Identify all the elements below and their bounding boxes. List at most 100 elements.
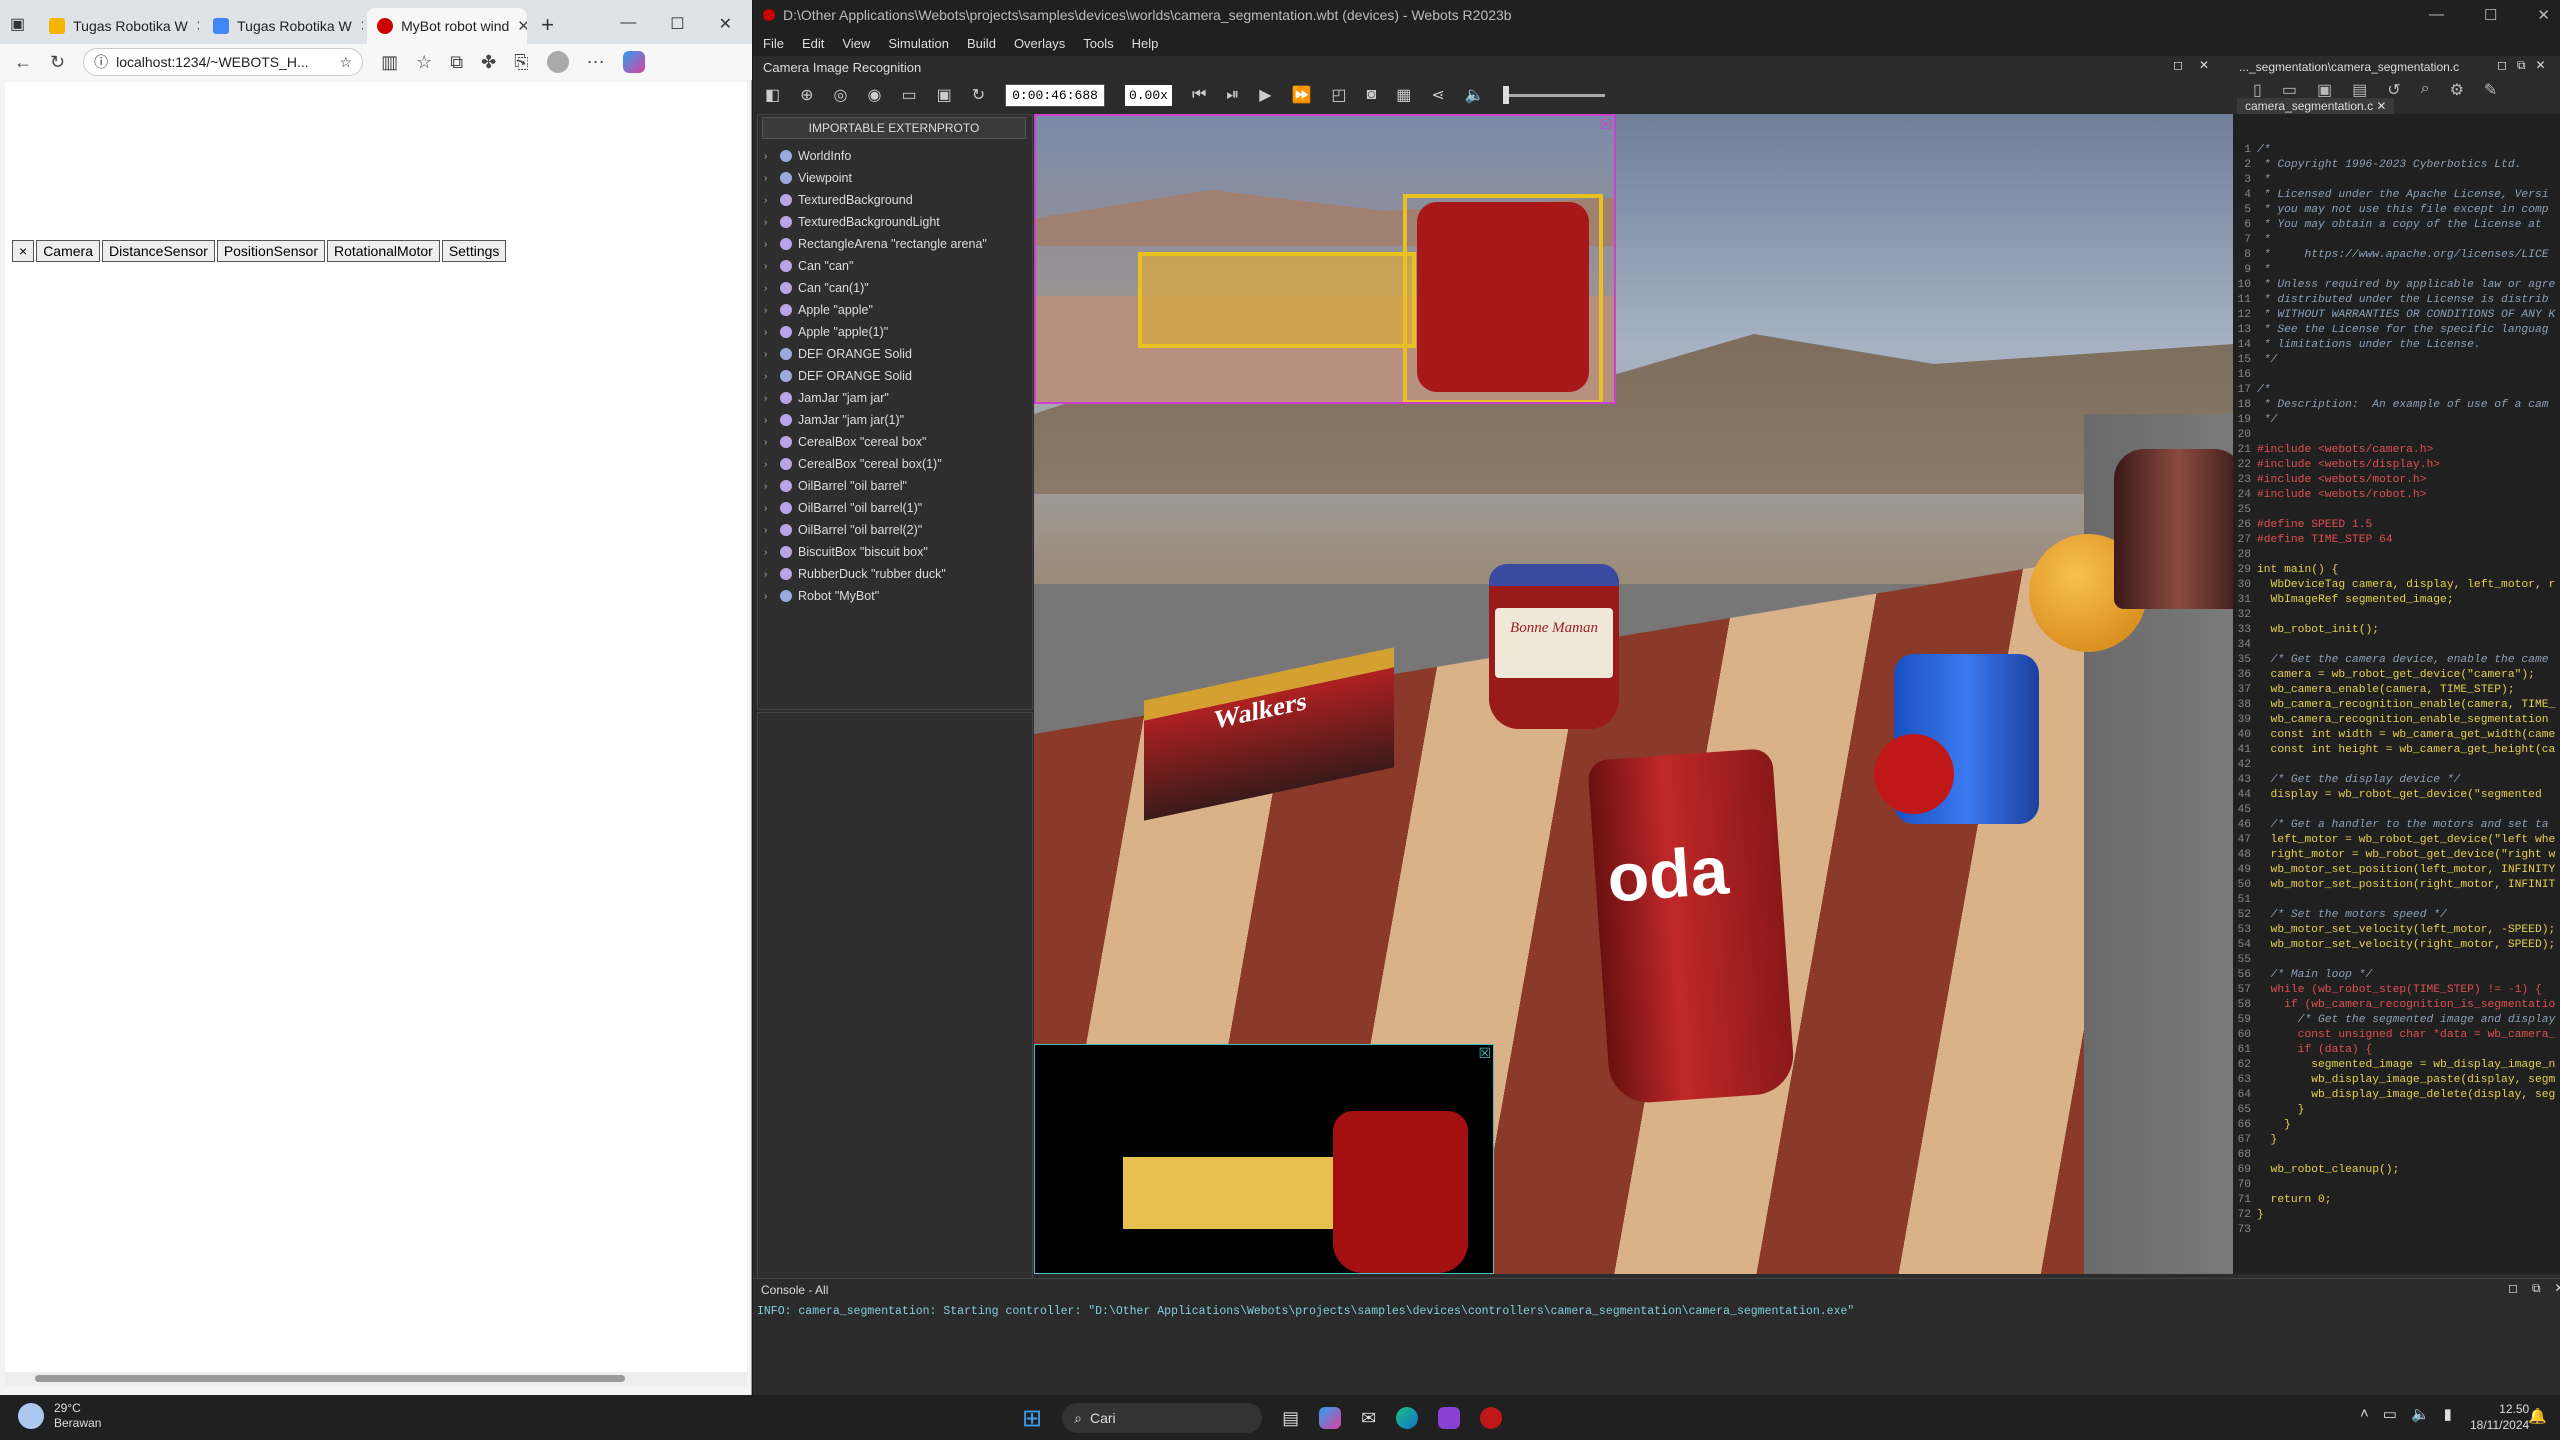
scene-tree-item[interactable]: › OilBarrel "oil barrel"	[758, 475, 1028, 497]
browser-tab-1[interactable]: Tugas Robotika W ✕	[39, 8, 199, 44]
segmentation-display-overlay[interactable]: ☒	[1034, 1044, 1494, 1274]
panel-close-icon[interactable]: ✕	[2199, 58, 2209, 72]
close-icon[interactable]: ✕	[2376, 99, 2386, 113]
close-icon[interactable]: ✕	[2537, 6, 2550, 24]
chevron-right-icon[interactable]: ›	[764, 349, 774, 360]
browser-tab-2[interactable]: Tugas Robotika W ✕	[203, 8, 363, 44]
maximize-icon[interactable]: ☐	[670, 14, 684, 34]
camera-overlay[interactable]: ☒	[1034, 114, 1616, 404]
chevron-right-icon[interactable]: ›	[764, 547, 774, 558]
menu-tools[interactable]: Tools	[1083, 36, 1113, 51]
scene-tree-item[interactable]: › Viewpoint	[758, 167, 1028, 189]
minimize-icon[interactable]: —	[2429, 6, 2444, 24]
panel-undock-icon[interactable]: ◻	[2497, 58, 2507, 73]
maximize-icon[interactable]: ☐	[2484, 6, 2497, 24]
fast-forward-icon[interactable]: ⏩	[1292, 85, 1312, 105]
device-tab-close[interactable]: ×	[12, 240, 35, 262]
weather-widget[interactable]: 29°C Berawan	[18, 1401, 101, 1431]
chevron-right-icon[interactable]: ›	[764, 217, 774, 228]
panel-float-icon[interactable]: ◻	[2173, 58, 2183, 72]
step-icon[interactable]: ⏯	[1226, 86, 1239, 104]
scene-tree-item[interactable]: › DEF ORANGE Solid	[758, 343, 1028, 365]
horizontal-scrollbar[interactable]	[5, 1372, 747, 1386]
chevron-right-icon[interactable]: ›	[764, 415, 774, 426]
find-icon[interactable]: ⌕	[2421, 80, 2430, 100]
profile-icon[interactable]	[546, 51, 569, 73]
chevron-right-icon[interactable]: ›	[764, 525, 774, 536]
share-icon[interactable]: ⋖	[1431, 85, 1444, 105]
scene-tree-item[interactable]: › CerealBox "cereal box"	[758, 431, 1028, 453]
revert-icon[interactable]: ↺	[2387, 80, 2400, 100]
chevron-right-icon[interactable]: ›	[764, 591, 774, 602]
chevron-right-icon[interactable]: ›	[764, 151, 774, 162]
new-tab-icon[interactable]: +	[527, 12, 568, 44]
chevron-right-icon[interactable]: ›	[764, 503, 774, 514]
close-icon[interactable]: ✕	[517, 17, 527, 35]
chevron-right-icon[interactable]: ›	[764, 393, 774, 404]
overlay-close-icon[interactable]: ☒	[1478, 1045, 1491, 1062]
scene-tree-item[interactable]: › Robot "MyBot"	[758, 585, 1028, 607]
menu-help[interactable]: Help	[1132, 36, 1159, 51]
panel-float-icon[interactable]: ◻	[2508, 1281, 2518, 1296]
scene-tree-item[interactable]: › JamJar "jam jar(1)"	[758, 409, 1028, 431]
3d-view[interactable]: Walkers Bonne Maman oda ☒ ☒	[1034, 114, 2234, 1274]
clock[interactable]: 12.50 18/11/2024	[2470, 1401, 2529, 1433]
clean-icon[interactable]: ✎	[2484, 80, 2497, 100]
extension-icon[interactable]: ✤	[481, 52, 496, 73]
network-icon[interactable]: ▭	[2383, 1405, 2397, 1423]
webots-taskbar-icon[interactable]	[1480, 1407, 1503, 1429]
app-icon[interactable]	[1438, 1407, 1461, 1429]
close-icon[interactable]: ✕	[719, 14, 732, 34]
scene-tree-item[interactable]: › WorldInfo	[758, 145, 1028, 167]
menu-file[interactable]: File	[763, 36, 784, 51]
scene-tree-item[interactable]: › TexturedBackgroundLight	[758, 211, 1028, 233]
reload-world-icon[interactable]: ↻	[972, 85, 985, 105]
scene-tree-item[interactable]: › OilBarrel "oil barrel(1)"	[758, 497, 1028, 519]
volume-slider[interactable]	[1502, 85, 1605, 104]
back-icon[interactable]: ←	[14, 52, 32, 73]
record-movie-icon[interactable]: ▦	[1396, 85, 1411, 105]
device-tab-distance-sensor[interactable]: DistanceSensor	[101, 240, 215, 262]
chevron-right-icon[interactable]: ›	[764, 437, 774, 448]
open-world-icon[interactable]: ▭	[901, 85, 916, 105]
scene-tree-item[interactable]: › RectangleArena "rectangle arena"	[758, 233, 1028, 255]
chevron-right-icon[interactable]: ›	[764, 283, 774, 294]
chevron-right-icon[interactable]: ›	[764, 327, 774, 338]
menu-simulation[interactable]: Simulation	[888, 36, 949, 51]
star-icon[interactable]: ☆	[340, 54, 353, 71]
scene-tree-item[interactable]: › TexturedBackground	[758, 189, 1028, 211]
soda-can[interactable]: oda	[1587, 747, 1796, 1106]
chevron-right-icon[interactable]: ›	[764, 371, 774, 382]
scene-tree-item[interactable]: › DEF ORANGE Solid	[758, 365, 1028, 387]
panel-close-icon[interactable]: ✕	[2536, 58, 2546, 73]
scene-tree-item[interactable]: › CerealBox "cereal box(1)"	[758, 453, 1028, 475]
scene-tree-item[interactable]: › Can "can(1)"	[758, 277, 1028, 299]
panel-undock-icon[interactable]: ⧉	[2532, 1281, 2541, 1296]
mail-icon[interactable]: ✉	[1361, 1408, 1376, 1429]
close-icon[interactable]: ✕	[360, 17, 363, 35]
chevron-right-icon[interactable]: ›	[764, 569, 774, 580]
chevron-right-icon[interactable]: ›	[764, 173, 774, 184]
scene-tree-item[interactable]: › Can "can"	[758, 255, 1028, 277]
scene-tree-item[interactable]: › JamJar "jam jar"	[758, 387, 1028, 409]
panel-float-icon[interactable]: ⧉	[2517, 58, 2526, 73]
build-icon[interactable]: ⚙	[2450, 80, 2464, 100]
volume-icon[interactable]: 🔈	[2411, 1405, 2430, 1423]
chevron-right-icon[interactable]: ›	[764, 305, 774, 316]
chevron-right-icon[interactable]: ›	[764, 261, 774, 272]
reset-simulation-icon[interactable]: ⏮	[1192, 86, 1206, 104]
reset-viewpoint-icon[interactable]: ◎	[834, 85, 848, 105]
save-icon[interactable]: ▣	[2317, 80, 2332, 100]
menu-build[interactable]: Build	[967, 36, 996, 51]
device-tab-rotational-motor[interactable]: RotationalMotor	[326, 240, 440, 262]
close-icon[interactable]: ✕	[196, 17, 199, 35]
taskbar-search[interactable]: ⌕ Cari	[1062, 1403, 1263, 1433]
toggle-scene-tree-icon[interactable]: ◧	[765, 85, 780, 105]
task-view-icon[interactable]: ▤	[1282, 1408, 1299, 1429]
chevron-right-icon[interactable]: ›	[764, 459, 774, 470]
battery-icon[interactable]: ▮	[2444, 1405, 2452, 1423]
more-icon[interactable]: ⋯	[587, 52, 605, 73]
editor-tab-camera-segmentation[interactable]: camera_segmentation.c ✕	[2237, 98, 2395, 114]
scene-tree-item[interactable]: › Apple "apple(1)"	[758, 321, 1028, 343]
chevron-up-icon[interactable]: ˄	[2360, 1405, 2369, 1423]
